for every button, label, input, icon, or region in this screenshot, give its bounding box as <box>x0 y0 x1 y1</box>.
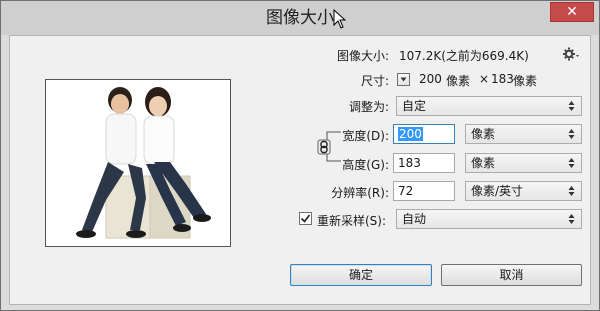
resample-checkbox[interactable] <box>299 212 312 225</box>
resolution-input[interactable]: 72 <box>393 181 455 201</box>
fit-to-label: 调整为: <box>348 100 389 114</box>
dimensions-width-unit: 像素 <box>446 74 471 88</box>
ok-button[interactable]: 确定 <box>290 264 432 286</box>
preview-photo <box>46 80 230 246</box>
resolution-unit-value: 像素/英寸 <box>471 184 524 198</box>
dimensions-times: × <box>479 72 490 86</box>
resolution-value: 72 <box>398 184 414 198</box>
dimensions-unit-button[interactable] <box>397 73 410 86</box>
resample-select[interactable]: 自动 <box>396 209 582 229</box>
updown-arrows-icon <box>568 101 575 111</box>
resolution-unit-select[interactable]: 像素/英寸 <box>465 181 582 201</box>
close-button[interactable]: ✕ <box>550 2 594 22</box>
fit-to-select[interactable]: 自定 <box>396 96 582 116</box>
checkmark-icon <box>300 214 311 223</box>
updown-arrows-icon <box>568 186 575 196</box>
updown-arrows-icon <box>568 129 575 139</box>
width-unit-select[interactable]: 像素 <box>465 124 582 144</box>
image-size-label: 图像大小: <box>336 49 389 63</box>
resample-value: 自动 <box>402 212 427 226</box>
height-input[interactable]: 183 <box>393 153 455 173</box>
updown-arrows-icon <box>568 214 575 224</box>
width-input[interactable]: 200 <box>393 124 455 144</box>
dimensions-width-value: 200 <box>419 72 442 86</box>
dimensions-height-value: 183 <box>491 72 514 86</box>
close-icon: ✕ <box>566 4 578 20</box>
resolution-label: 分辨率(R): <box>331 186 389 200</box>
height-unit-select[interactable]: 像素 <box>465 153 582 173</box>
height-unit-value: 像素 <box>471 156 496 170</box>
image-size-value: 107.2K(之前为669.4K) <box>399 49 529 63</box>
image-size-dialog: 图像大小 ✕ 图像大小: 107.2K(之前为669.4K) 尺寸: 200 像… <box>0 0 600 311</box>
dimensions-label: 尺寸: <box>360 74 389 88</box>
height-label: 高度(G): <box>342 158 389 172</box>
title-bar: 图像大小 ✕ <box>1 1 599 35</box>
gear-icon[interactable] <box>563 47 579 61</box>
width-unit-value: 像素 <box>471 127 496 141</box>
height-value: 183 <box>398 156 421 170</box>
width-label: 宽度(D): <box>342 129 389 143</box>
dialog-title: 图像大小 <box>266 8 334 28</box>
chevron-down-icon <box>400 77 407 82</box>
resample-label: 重新采样(S): <box>317 214 387 228</box>
width-value: 200 <box>398 127 423 141</box>
dimensions-height-unit: 像素 <box>513 74 538 88</box>
image-preview <box>45 79 231 247</box>
updown-arrows-icon <box>568 158 575 168</box>
fit-to-value: 自定 <box>402 99 427 113</box>
mouse-pointer-icon <box>333 9 347 29</box>
cancel-button[interactable]: 取消 <box>441 264 582 286</box>
